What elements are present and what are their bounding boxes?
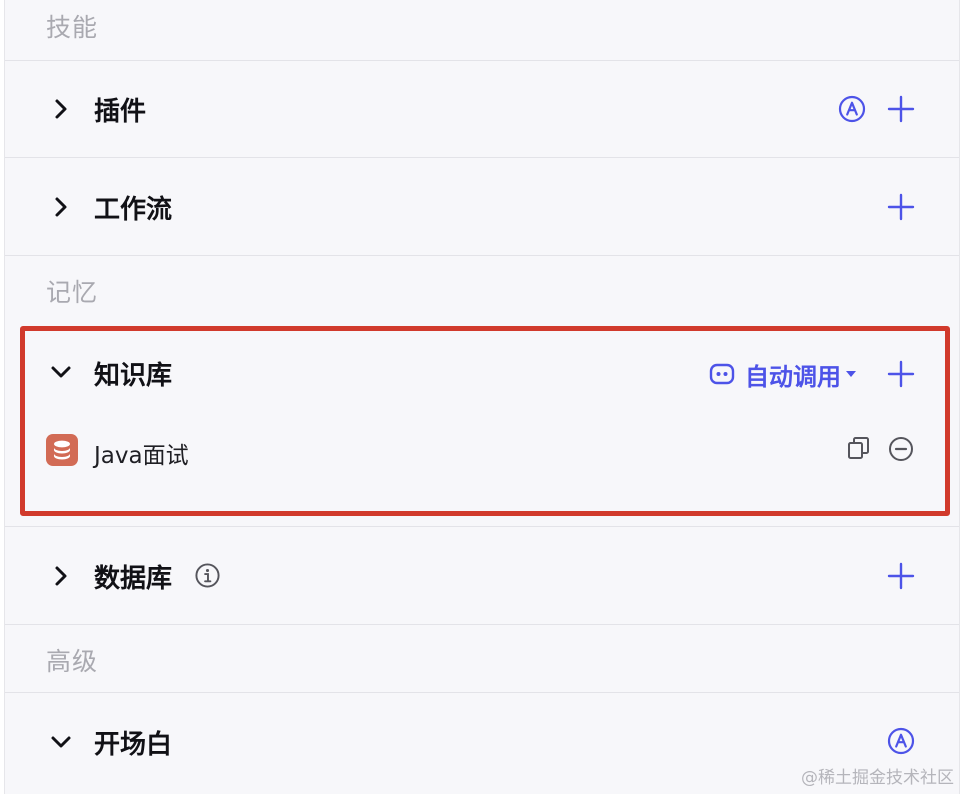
divider — [5, 255, 959, 256]
robot-icon — [709, 363, 735, 385]
divider — [5, 526, 959, 527]
knowledge-item-name: Java面试 — [94, 443, 189, 469]
chevron-right-icon[interactable] — [49, 97, 73, 121]
plugins-label: 插件 — [94, 97, 147, 127]
add-knowledge-button[interactable] — [886, 359, 916, 389]
database-row[interactable]: 数据库 — [5, 528, 959, 624]
add-database-button[interactable] — [886, 561, 916, 591]
section-title-advanced: 高级 — [46, 647, 99, 676]
divider — [5, 692, 959, 693]
chevron-down-icon[interactable] — [49, 730, 73, 754]
divider — [5, 157, 959, 158]
section-title-skills: 技能 — [46, 13, 99, 42]
chevron-right-icon[interactable] — [49, 195, 73, 219]
auto-call-label: 自动调用 — [745, 362, 841, 391]
section-title-memory: 记忆 — [46, 278, 99, 307]
divider — [5, 624, 959, 625]
circle-a-icon[interactable] — [886, 726, 916, 756]
agent-config-panel: 技能 插件 工作流 记忆 知识库 自动调用 Java面试 数据库 高级 开场白 — [4, 0, 960, 794]
chevron-right-icon[interactable] — [49, 564, 73, 588]
copy-icon[interactable] — [846, 435, 872, 461]
knowledge-label: 知识库 — [94, 361, 173, 391]
opening-label: 开场白 — [94, 730, 173, 760]
auto-call-dropdown[interactable]: 自动调用 — [708, 358, 857, 391]
info-icon[interactable] — [194, 562, 221, 589]
add-workflow-button[interactable] — [886, 192, 916, 222]
remove-icon[interactable] — [887, 435, 915, 463]
database-label: 数据库 — [94, 564, 173, 594]
plugins-row[interactable]: 插件 — [5, 61, 959, 157]
watermark: @稀土掘金技术社区 — [801, 768, 954, 788]
knowledge-item[interactable]: Java面试 — [5, 418, 959, 482]
circle-a-icon[interactable] — [837, 94, 867, 124]
database-icon — [46, 434, 78, 466]
knowledge-row[interactable]: 知识库 自动调用 — [5, 328, 959, 418]
add-plugin-button[interactable] — [886, 94, 916, 124]
caret-down-icon — [846, 371, 856, 377]
workflow-row[interactable]: 工作流 — [5, 159, 959, 255]
chevron-down-icon[interactable] — [49, 360, 73, 384]
workflow-label: 工作流 — [94, 195, 173, 225]
